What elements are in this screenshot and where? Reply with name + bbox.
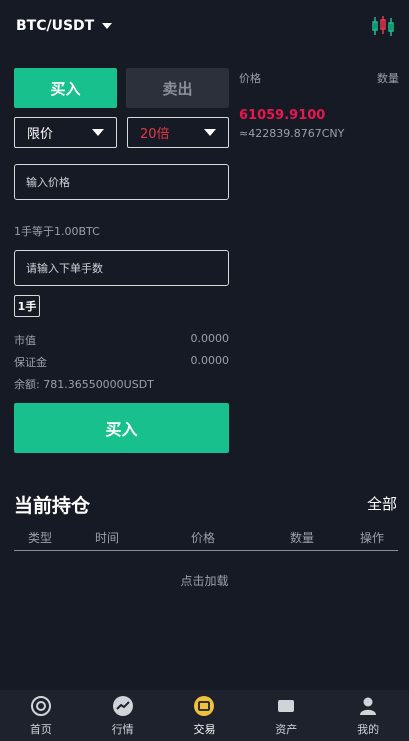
- sell-tab[interactable]: 卖出: [126, 68, 229, 108]
- leverage-select[interactable]: 20倍: [127, 117, 229, 148]
- lot-size-note: 1手等于1.00BTC: [14, 225, 100, 238]
- user-icon: [360, 697, 377, 715]
- column-action: 操作: [359, 531, 384, 545]
- tab-profile-label: 我的: [357, 722, 380, 736]
- dropdown-arrow-icon: [92, 129, 104, 136]
- trade-icon: [194, 695, 215, 716]
- assets-icon: [278, 699, 295, 712]
- price-input[interactable]: [26, 175, 228, 189]
- dropdown-arrow-icon: [204, 129, 216, 136]
- tab-assets-label: 资产: [275, 722, 298, 736]
- market-value-row: 市值 0.0000: [14, 332, 229, 348]
- order-type-value: 限价: [27, 127, 54, 142]
- column-type: 类型: [27, 531, 52, 545]
- tab-market[interactable]: 行情: [83, 695, 163, 737]
- last-price: 61059.9100: [239, 108, 326, 123]
- pair-selector[interactable]: BTC/USDT: [16, 18, 113, 34]
- balance-text: 余额: 781.36550000USDT: [14, 378, 154, 391]
- candlestick-chart-icon[interactable]: [371, 14, 395, 38]
- market-icon: [112, 695, 133, 716]
- column-price: 价格: [190, 531, 215, 545]
- market-value-label: 市值: [14, 334, 36, 347]
- price-column-header: 价格: [239, 72, 261, 85]
- tab-home-label: 首页: [29, 722, 52, 736]
- margin-value: 0.0000: [190, 354, 230, 367]
- margin-label: 保证金: [14, 356, 47, 369]
- top-bar: BTC/USDT: [0, 0, 409, 52]
- leverage-value: 20倍: [140, 127, 170, 142]
- positions-title: 当前持仓: [14, 495, 91, 517]
- quantity-input[interactable]: [26, 261, 228, 275]
- buy-submit-button[interactable]: 买入: [14, 403, 229, 453]
- tab-assets[interactable]: 资产: [246, 695, 326, 737]
- load-more-link[interactable]: 点击加载: [0, 572, 409, 589]
- quantity-column-header: 数量: [377, 72, 399, 85]
- quantity-field: [14, 250, 229, 286]
- buy-tab[interactable]: 买入: [14, 68, 117, 108]
- tab-profile[interactable]: 我的: [328, 695, 408, 737]
- order-type-select[interactable]: 限价: [14, 117, 117, 148]
- market-value: 0.0000: [190, 332, 230, 345]
- tab-trade-label: 交易: [193, 722, 216, 736]
- tab-market-label: 行情: [111, 722, 134, 736]
- column-time: 时间: [94, 531, 119, 545]
- tab-home[interactable]: 首页: [1, 695, 81, 737]
- all-positions-link[interactable]: 全部: [367, 493, 397, 514]
- margin-row: 保证金 0.0000: [14, 354, 229, 370]
- order-book-header: 价格 数量: [239, 70, 399, 86]
- positions-table-header: 类型 时间 价格 数量 操作: [14, 529, 398, 551]
- price-field: [14, 164, 229, 200]
- caret-down-icon: [102, 23, 113, 29]
- pair-label: BTC/USDT: [16, 18, 95, 34]
- home-icon: [30, 695, 51, 716]
- cny-price: ≈422839.8767CNY: [239, 127, 345, 140]
- tab-trade[interactable]: 交易: [164, 695, 244, 737]
- lot-button[interactable]: 1手: [14, 295, 40, 317]
- column-quantity: 数量: [289, 531, 314, 545]
- bottom-tab-bar: 首页 行情 交易 资产 我的: [0, 690, 409, 741]
